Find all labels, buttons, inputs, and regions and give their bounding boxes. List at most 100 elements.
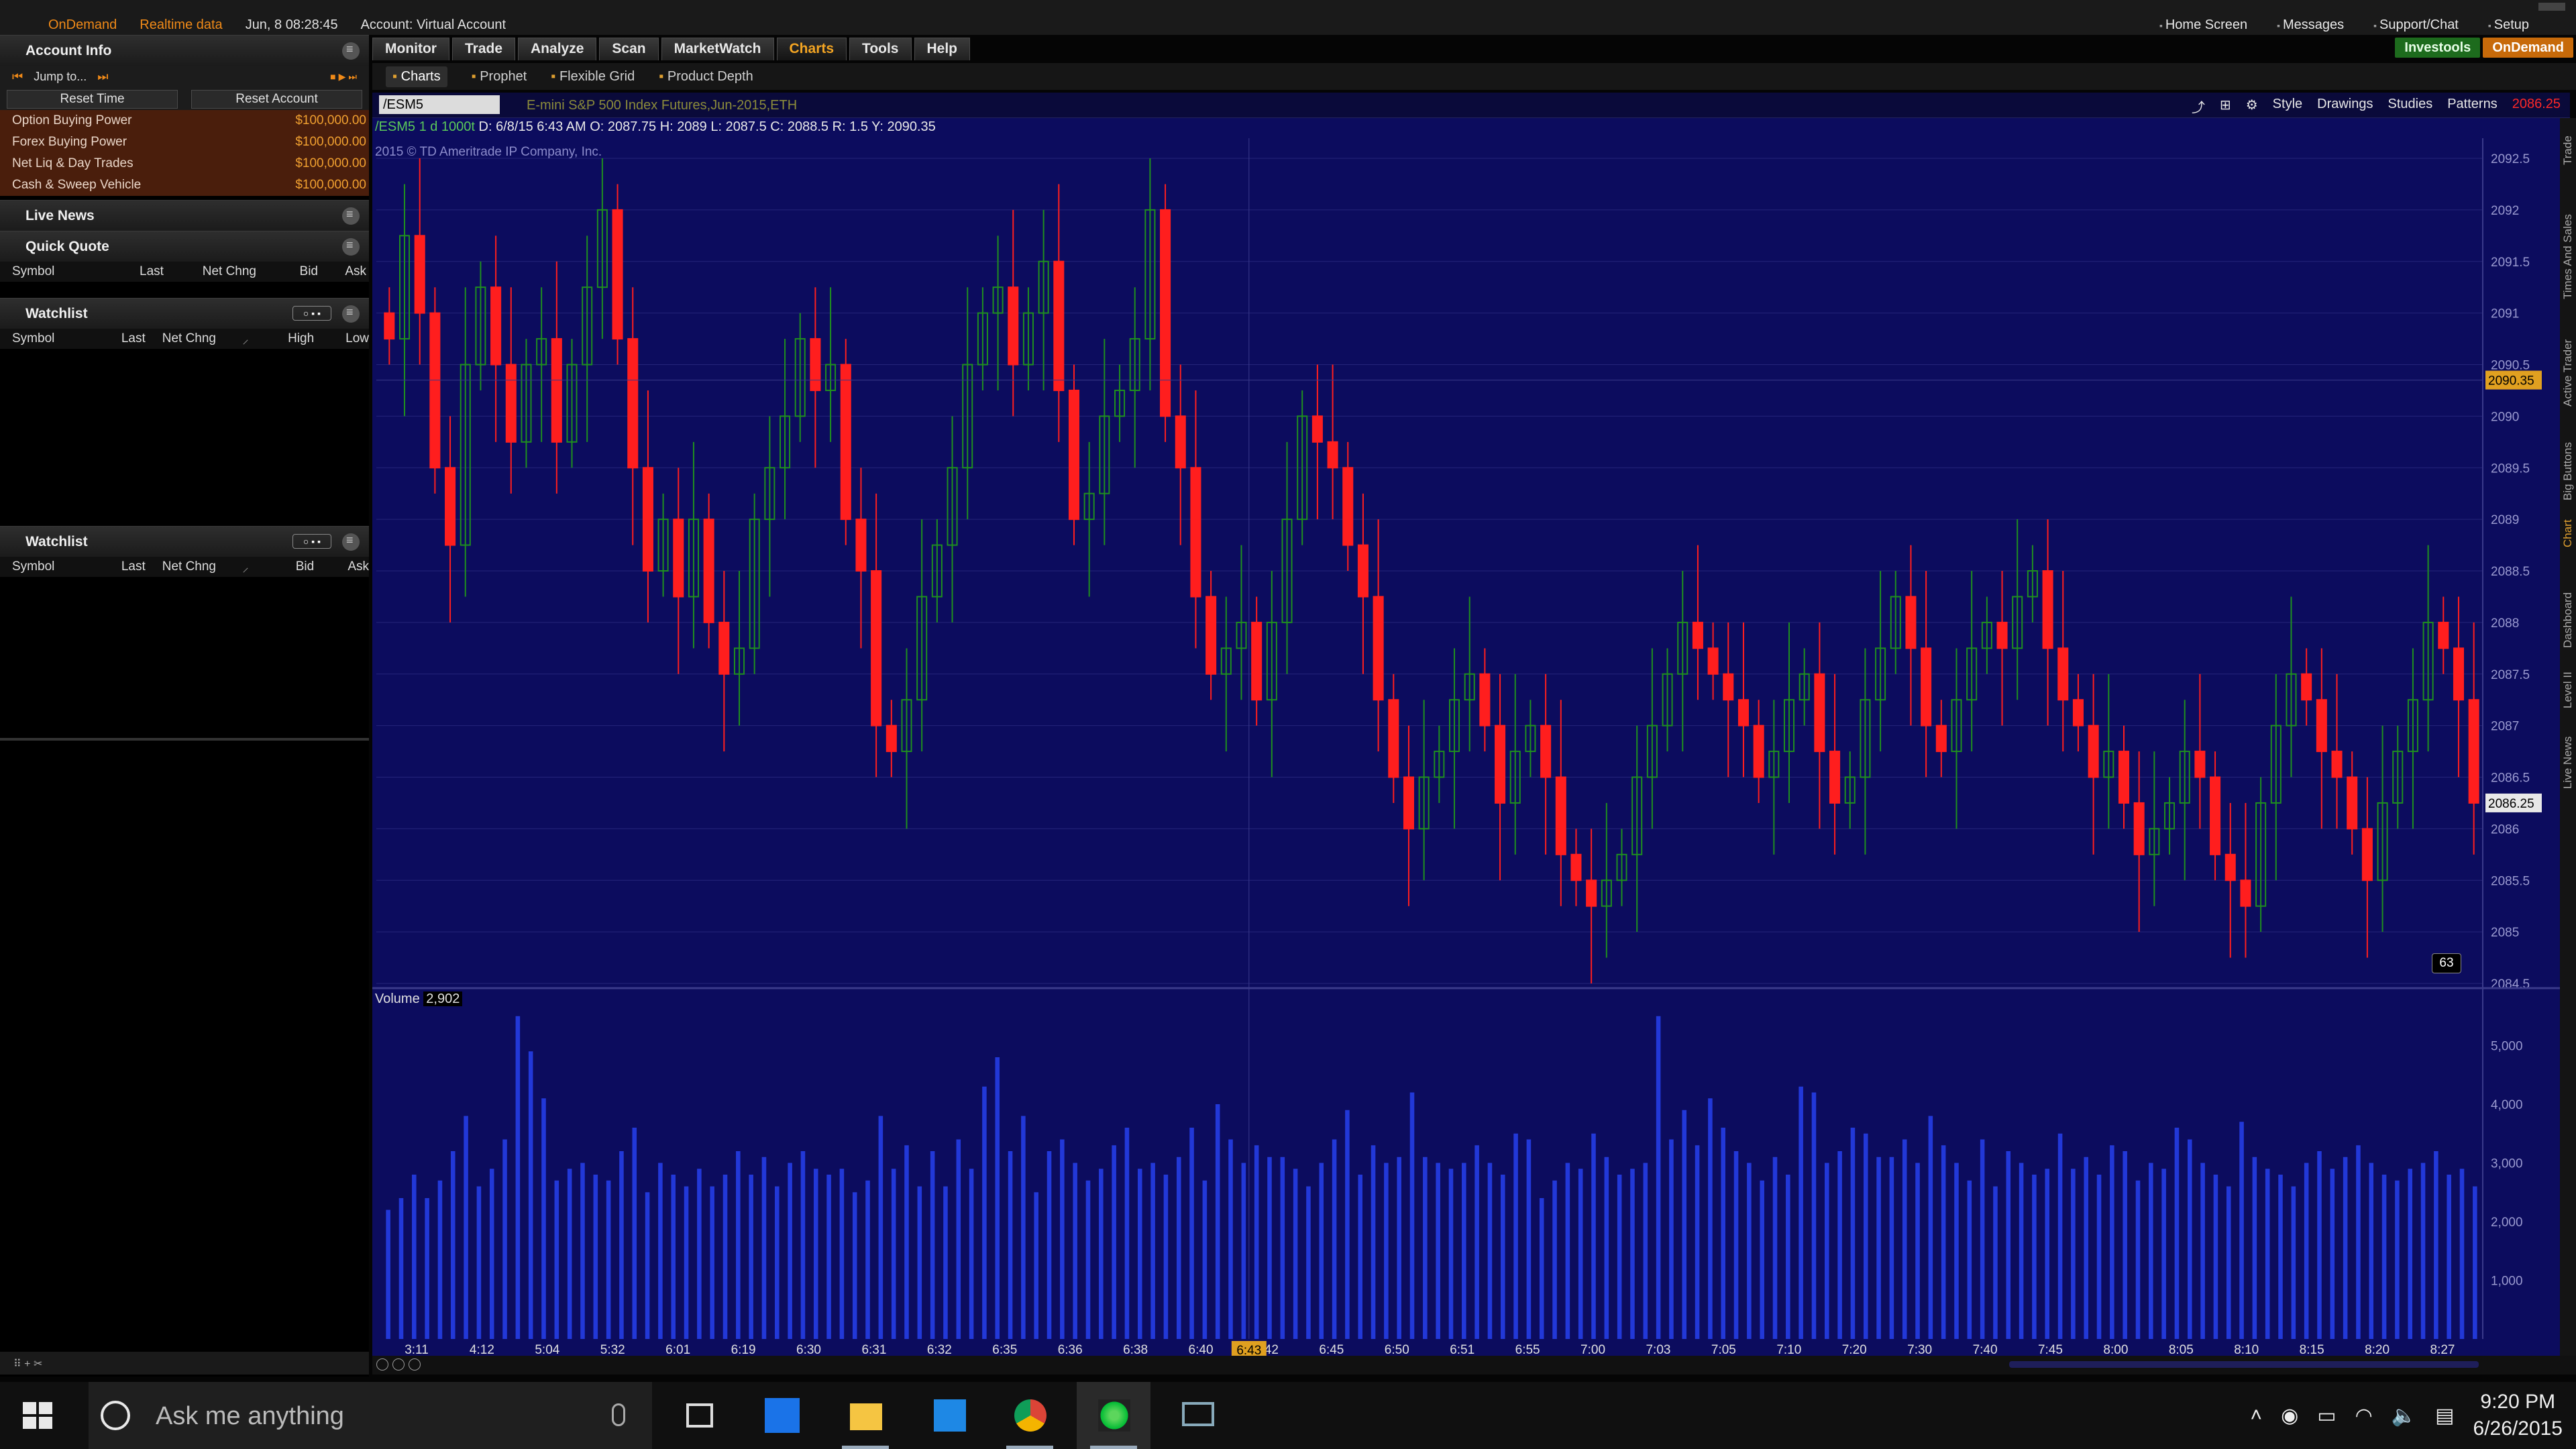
watchlist-header[interactable]: Watchlist ○ ▪ ▪: [0, 526, 369, 557]
link-group-icon[interactable]: ○ ▪ ▪: [292, 534, 331, 549]
vtab-big-buttons[interactable]: Big Buttons: [2561, 442, 2575, 500]
tab-charts[interactable]: Charts: [776, 38, 847, 60]
ondemand-indicator[interactable]: OnDemand: [48, 17, 117, 33]
playback-controls[interactable]: ■▶⏭: [330, 71, 360, 83]
col-net-chng[interactable]: Net Chng: [174, 264, 256, 279]
col-symbol[interactable]: Symbol: [12, 559, 103, 574]
watchlist-body[interactable]: [0, 577, 369, 738]
battery-icon[interactable]: ▭: [2317, 1404, 2336, 1428]
vtab-times-and-sales[interactable]: Times And Sales: [2561, 214, 2575, 299]
vtab-trade[interactable]: Trade: [2561, 136, 2575, 165]
col-symbol[interactable]: Symbol: [12, 331, 103, 346]
chart-canvas[interactable]: 2092.5 2092 2091.5 2091 2090.5 2090 2089.5 2089…: [372, 118, 2570, 1373]
subtab-prophet[interactable]: Prophet: [472, 69, 527, 85]
volume-icon[interactable]: 🔈: [2392, 1404, 2416, 1428]
chart-scroll-thumb[interactable]: [2009, 1361, 2479, 1368]
col-bid[interactable]: Bid: [249, 559, 314, 574]
setup-link[interactable]: Setup: [2488, 17, 2529, 33]
zoom-fit-icon[interactable]: [409, 1358, 421, 1371]
quick-quote-header[interactable]: Quick Quote: [0, 231, 369, 262]
bar-count-badge[interactable]: 63: [2432, 953, 2461, 973]
tab-monitor[interactable]: Monitor: [372, 38, 449, 60]
show-hidden-icons-icon[interactable]: ˄: [2251, 1404, 2263, 1427]
subtab-flexible-grid[interactable]: Flexible Grid: [551, 69, 635, 85]
patterns-menu[interactable]: Patterns: [2447, 97, 2497, 116]
chrome-icon[interactable]: [993, 1382, 1067, 1449]
col-low[interactable]: Low: [314, 331, 369, 346]
record-icon[interactable]: ◉: [2281, 1404, 2298, 1428]
col-last[interactable]: Last: [103, 331, 146, 346]
gadget-menu-icon[interactable]: [342, 533, 360, 551]
left-panel-footer[interactable]: ⠿ + ✂: [0, 1352, 369, 1375]
edit-icon[interactable]: ⸝: [216, 330, 249, 347]
studies-menu[interactable]: Studies: [2388, 97, 2433, 116]
home-screen-link[interactable]: Home Screen: [2159, 17, 2247, 33]
rewind-icon[interactable]: ⏮: [12, 70, 23, 84]
tab-trade[interactable]: Trade: [451, 38, 516, 60]
cortana-search-box[interactable]: Ask me anything: [89, 1382, 652, 1449]
grid-icon[interactable]: ⊞: [2220, 97, 2231, 116]
zoom-in-icon[interactable]: [392, 1358, 405, 1371]
col-ask[interactable]: Ask: [314, 559, 369, 574]
gadget-menu-icon[interactable]: [342, 238, 360, 256]
zoom-out-icon[interactable]: [376, 1358, 388, 1371]
vtab-chart[interactable]: Chart: [2561, 519, 2575, 547]
reset-time-button[interactable]: Reset Time: [7, 90, 178, 109]
tab-help[interactable]: Help: [914, 38, 971, 60]
tab-analyze[interactable]: Analyze: [518, 38, 597, 60]
reset-account-button[interactable]: Reset Account: [191, 90, 362, 109]
vtab-level-ii[interactable]: Level II: [2561, 672, 2575, 708]
subtab-product-depth[interactable]: Product Depth: [659, 69, 753, 85]
col-net-chng[interactable]: Net Chng: [146, 331, 216, 346]
symbol-input[interactable]: /ESM5: [379, 95, 500, 114]
account-label[interactable]: Account: Virtual Account: [361, 17, 506, 33]
gadget-menu-icon[interactable]: [342, 305, 360, 323]
col-symbol[interactable]: Symbol: [12, 264, 140, 279]
account-info-header[interactable]: Account Info: [0, 35, 369, 66]
price-chart[interactable]: 2092.5 2092 2091.5 2091 2090.5 2090 2089.5 2089…: [372, 118, 2570, 1373]
tab-marketwatch[interactable]: MarketWatch: [661, 38, 774, 60]
gadget-menu-icon[interactable]: [342, 42, 360, 60]
subtab-charts[interactable]: Charts: [386, 66, 447, 87]
vtab-live-news[interactable]: Live News: [2561, 737, 2575, 789]
window-controls[interactable]: [2538, 3, 2565, 11]
investools-button[interactable]: Investools: [2395, 38, 2481, 58]
thinkorswim-icon[interactable]: [1077, 1382, 1150, 1449]
edge-browser-icon[interactable]: [745, 1382, 818, 1449]
windows-start-icon[interactable]: [23, 1402, 52, 1429]
messages-link[interactable]: Messages: [2277, 17, 2344, 33]
taskbar-clock[interactable]: 9:20 PM 6/26/2015: [2473, 1389, 2563, 1442]
share-icon[interactable]: ⤴: [2192, 97, 2205, 116]
zoom-controls[interactable]: [376, 1358, 421, 1371]
step-icon[interactable]: ⏭: [97, 70, 108, 84]
jump-to-link[interactable]: Jump to...: [34, 70, 87, 84]
edit-icon[interactable]: ⸝: [216, 558, 249, 576]
wifi-icon[interactable]: ◠: [2355, 1404, 2373, 1428]
drawings-menu[interactable]: Drawings: [2317, 97, 2373, 116]
style-menu[interactable]: Style: [2273, 97, 2302, 116]
microphone-icon[interactable]: [612, 1403, 625, 1426]
link-group-icon[interactable]: ○ ▪ ▪: [292, 306, 331, 321]
settings-icon[interactable]: ⚙: [2246, 97, 2258, 116]
col-net-chng[interactable]: Net Chng: [146, 559, 216, 574]
live-news-header[interactable]: Live News: [0, 200, 369, 231]
tab-tools[interactable]: Tools: [849, 38, 912, 60]
watchlist-body[interactable]: [0, 349, 369, 526]
quick-quote-body[interactable]: [0, 282, 369, 298]
remote-desktop-icon[interactable]: [1161, 1382, 1234, 1449]
vtab-dashboard[interactable]: Dashboard: [2561, 592, 2575, 648]
col-bid[interactable]: Bid: [256, 264, 318, 279]
gadget-menu-icon[interactable]: [342, 207, 360, 225]
ondemand-button[interactable]: OnDemand: [2483, 38, 2573, 58]
watchlist-header[interactable]: Watchlist ○ ▪ ▪: [0, 298, 369, 329]
tab-scan[interactable]: Scan: [599, 38, 659, 60]
vtab-active-trader[interactable]: Active Trader: [2561, 339, 2575, 407]
col-last[interactable]: Last: [103, 559, 146, 574]
file-explorer-icon[interactable]: [828, 1382, 902, 1449]
col-last[interactable]: Last: [140, 264, 174, 279]
col-high[interactable]: High: [249, 331, 314, 346]
support-chat-link[interactable]: Support/Chat: [2373, 17, 2459, 33]
store-icon[interactable]: [912, 1382, 986, 1449]
col-ask[interactable]: Ask: [318, 264, 366, 279]
task-view-icon[interactable]: [661, 1382, 735, 1449]
